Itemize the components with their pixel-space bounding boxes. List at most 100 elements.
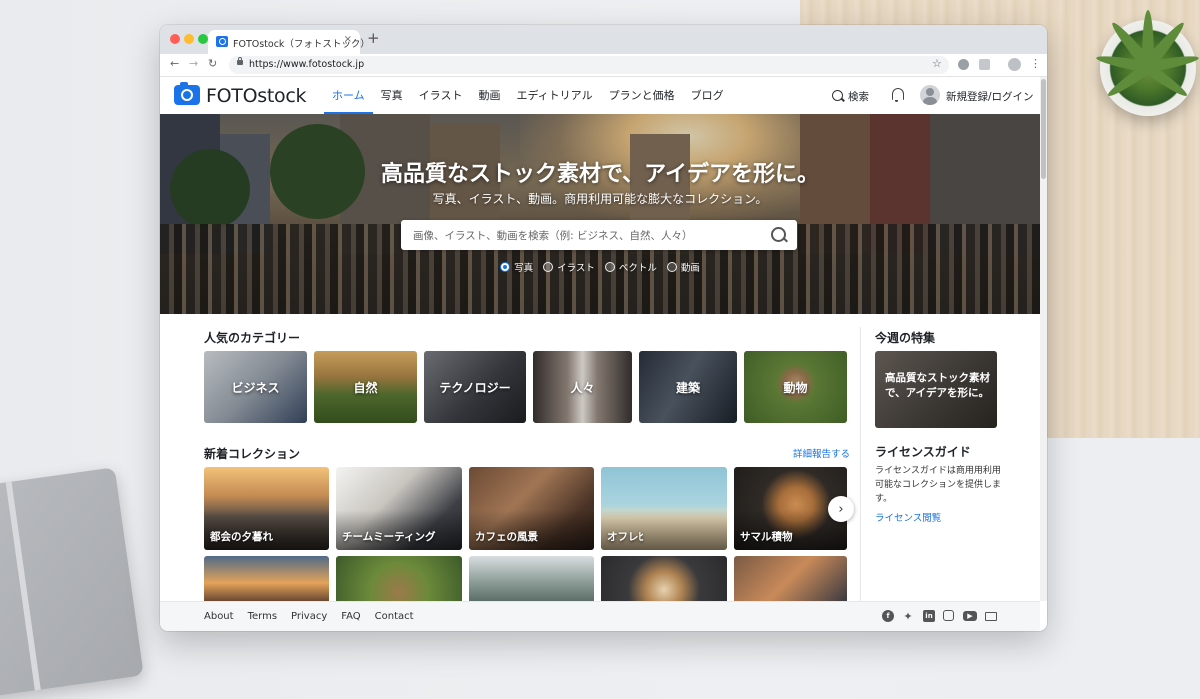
hero-title: 高品質なストック素材で、アイデアを形に。 bbox=[380, 162, 820, 187]
collection-label: カフェの風景 bbox=[475, 531, 538, 543]
linkedin-icon[interactable]: in bbox=[923, 610, 935, 622]
collection-card-beach[interactable]: オフレﾋ bbox=[601, 467, 727, 550]
photo-thumb-sunset[interactable] bbox=[204, 556, 329, 601]
collection-card-team-meeting[interactable]: チームミーティング bbox=[336, 467, 462, 550]
hero-search-input[interactable] bbox=[411, 226, 755, 246]
collection-label: オフレﾋ bbox=[607, 531, 644, 543]
site-logo[interactable]: FOTOstock bbox=[206, 85, 306, 107]
feature-title: 今週の特集 bbox=[875, 331, 936, 345]
menu-kebab-icon[interactable]: ⋮ bbox=[1030, 57, 1041, 70]
tab-bar: FOTOstock（フォトストック） × + bbox=[160, 25, 1047, 54]
youtube-icon[interactable]: ▶ bbox=[963, 611, 977, 621]
search-icon[interactable] bbox=[771, 227, 786, 242]
bookmark-star-icon[interactable]: ☆ bbox=[932, 57, 942, 70]
footer-link-contact[interactable]: Contact bbox=[375, 611, 414, 622]
photo-thumb-teddy[interactable] bbox=[336, 556, 462, 601]
footer-link-about[interactable]: About bbox=[204, 611, 234, 622]
nav-blog[interactable]: ブログ bbox=[683, 77, 732, 114]
nav-pricing[interactable]: プランと価格 bbox=[601, 77, 683, 114]
category-label: テクノロジー bbox=[424, 351, 526, 423]
avatar[interactable] bbox=[920, 85, 940, 105]
license-guide-text: ライセンスガイドは商用用利用可能なコレクションを提供します。 bbox=[875, 466, 1002, 504]
notebook bbox=[0, 467, 144, 699]
scrollbar[interactable] bbox=[1040, 77, 1047, 601]
new-tab-button[interactable]: + bbox=[367, 31, 380, 46]
site-footer: About Terms Privacy FAQ Contact f ✦ in ▶ bbox=[160, 601, 1040, 631]
camera-logo-icon[interactable] bbox=[174, 82, 200, 105]
url-field[interactable]: https://www.fotostock.jp bbox=[229, 56, 949, 74]
nav-home[interactable]: ホーム bbox=[324, 77, 373, 114]
license-guide-title: ライセンスガイド bbox=[875, 445, 971, 459]
url-text: https://www.fotostock.jp bbox=[249, 59, 365, 70]
nav-illustrations[interactable]: イラスト bbox=[411, 77, 471, 114]
mail-icon[interactable] bbox=[985, 612, 997, 621]
hero-banner: 高品質なストック素材で、アイデアを形に。 写真、イラスト、動画。商用利用可能な膨… bbox=[160, 114, 1040, 314]
radio-videos[interactable]: 動画 bbox=[666, 260, 700, 274]
search-icon bbox=[832, 90, 843, 101]
category-card-architecture[interactable]: 建築 bbox=[639, 351, 737, 423]
nav-videos[interactable]: 動画 bbox=[470, 77, 508, 114]
main-nav: ホーム 写真 イラスト 動画 エディトリアル プランと価格 ブログ bbox=[324, 77, 732, 114]
twitter-icon[interactable]: ✦ bbox=[902, 610, 914, 623]
category-card-nature[interactable]: 自然 bbox=[314, 351, 417, 423]
collections-title: 新着コレクション bbox=[204, 447, 301, 461]
collection-card-cafe[interactable]: カフェの風景 bbox=[469, 467, 594, 550]
address-bar: ← → ↻ https://www.fotostock.jp ☆ ⋮ bbox=[160, 54, 1047, 77]
collection-label: サマル積物 bbox=[740, 531, 793, 543]
feature-card[interactable]: 高品質なストック素材で、アイデアを形に。 bbox=[875, 351, 997, 428]
footer-link-faq[interactable]: FAQ bbox=[341, 611, 360, 622]
footer-links: About Terms Privacy FAQ Contact bbox=[204, 611, 414, 622]
collection-card-city-dusk[interactable]: 都会の夕暮れ bbox=[204, 467, 329, 550]
extension-puzzle-icon[interactable] bbox=[979, 59, 990, 70]
category-label: 人々 bbox=[533, 351, 632, 423]
category-label: 建築 bbox=[639, 351, 737, 423]
header-search-button[interactable]: 検索 bbox=[832, 89, 869, 104]
succulent-plant bbox=[1095, 10, 1200, 116]
radio-label: イラスト bbox=[557, 263, 595, 274]
instagram-icon[interactable] bbox=[943, 610, 954, 621]
radio-illustrations[interactable]: イラスト bbox=[543, 260, 595, 274]
radio-photos[interactable]: 写真 bbox=[500, 260, 533, 274]
license-guide-link[interactable]: ライセンス閲覧 bbox=[875, 510, 941, 524]
profile-icon[interactable] bbox=[1008, 58, 1021, 71]
collections-more-link[interactable]: 詳細報告する bbox=[793, 446, 850, 460]
browser-tab[interactable]: FOTOstock（フォトストック） × bbox=[208, 30, 370, 54]
radio-label: 動画 bbox=[680, 263, 700, 274]
category-card-animals[interactable]: 動物 bbox=[744, 351, 847, 423]
notification-bell-icon[interactable] bbox=[892, 88, 904, 102]
hero-search-box bbox=[401, 220, 797, 250]
carousel-next-button[interactable]: › bbox=[828, 496, 854, 522]
footer-link-terms[interactable]: Terms bbox=[248, 611, 277, 622]
reload-icon[interactable]: ↻ bbox=[208, 57, 217, 70]
radio-label: ベクトル bbox=[618, 263, 657, 274]
radio-label: 写真 bbox=[514, 263, 534, 274]
category-card-technology[interactable]: テクノロジー bbox=[424, 351, 526, 423]
photo-thumb-child[interactable] bbox=[734, 556, 847, 601]
scrollbar-thumb[interactable] bbox=[1041, 79, 1046, 179]
facebook-icon[interactable]: f bbox=[882, 610, 894, 622]
forward-arrow-icon[interactable]: → bbox=[189, 57, 198, 70]
tab-close-icon[interactable]: × bbox=[344, 34, 352, 45]
minimize-window-button[interactable] bbox=[184, 34, 194, 44]
hero-subtitle: 写真、イラスト、動画。商用利用可能な膨大なコレクション。 bbox=[432, 192, 768, 206]
category-card-business[interactable]: ビジネス bbox=[204, 351, 307, 423]
footer-link-privacy[interactable]: Privacy bbox=[291, 611, 327, 622]
sidebar-divider bbox=[860, 327, 861, 603]
category-card-people[interactable]: 人々 bbox=[533, 351, 632, 423]
maximize-window-button[interactable] bbox=[198, 34, 208, 44]
chevron-right-icon: › bbox=[838, 501, 844, 517]
close-window-button[interactable] bbox=[170, 34, 180, 44]
photo-thumb-latte[interactable] bbox=[601, 556, 727, 601]
radio-unchecked-icon bbox=[666, 262, 677, 272]
photo-thumb-mountains[interactable] bbox=[469, 556, 594, 601]
collection-label: チームミーティング bbox=[342, 531, 436, 543]
nav-photos[interactable]: 写真 bbox=[373, 77, 411, 114]
nav-editorial[interactable]: エディトリアル bbox=[508, 77, 600, 114]
login-link[interactable]: 新規登録/ログイン bbox=[946, 89, 1034, 104]
back-arrow-icon[interactable]: ← bbox=[170, 57, 179, 70]
category-label: 動物 bbox=[744, 351, 847, 423]
category-label: 自然 bbox=[314, 351, 417, 423]
categories-title: 人気のカテゴリー bbox=[204, 331, 301, 345]
extension-icon[interactable] bbox=[958, 59, 969, 70]
radio-vectors[interactable]: ベクトル bbox=[604, 260, 657, 274]
